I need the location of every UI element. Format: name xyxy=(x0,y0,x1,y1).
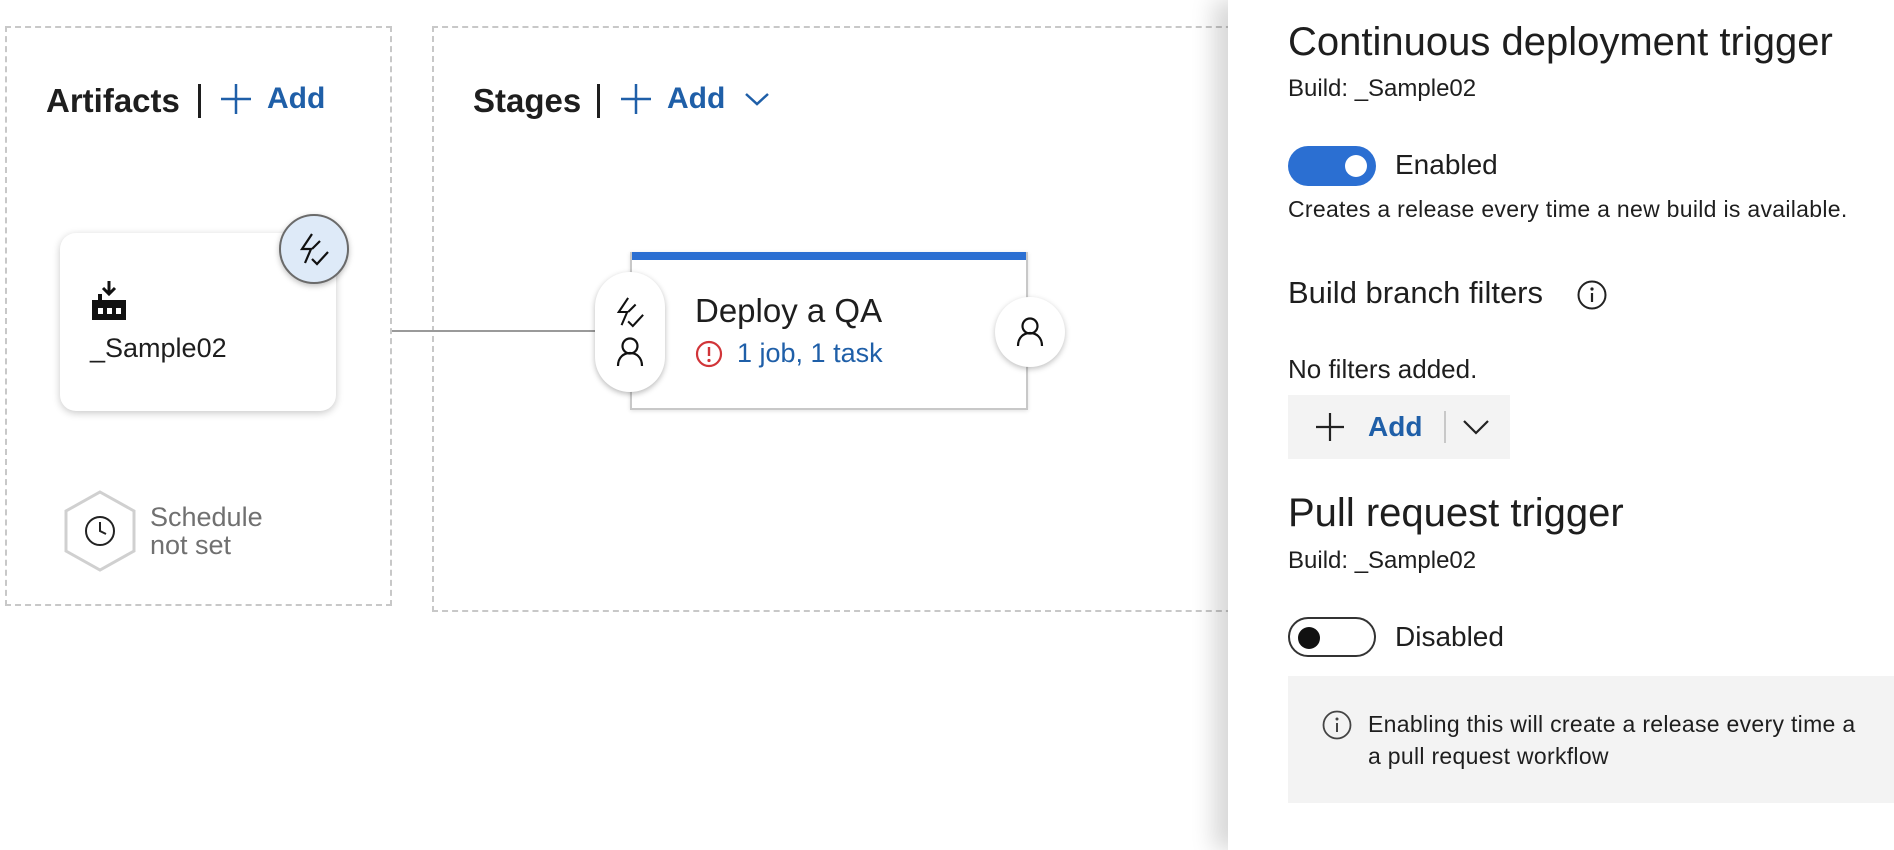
add-branch-filter-dropdown[interactable] xyxy=(1446,395,1506,459)
lightning-check-icon xyxy=(299,233,329,266)
stage-tasks-label: 1 job, 1 task xyxy=(737,338,883,368)
schedule-label-line2: not set xyxy=(150,530,232,560)
warning-circle-icon xyxy=(695,340,723,367)
info-icon xyxy=(1322,710,1352,740)
plus-icon xyxy=(221,84,251,114)
cd-trigger-toggle[interactable] xyxy=(1288,146,1376,186)
toggle-knob xyxy=(1345,155,1367,177)
person-icon xyxy=(616,337,644,367)
chevron-down-icon xyxy=(1463,420,1490,435)
cd-trigger-title: Continuous deployment trigger xyxy=(1288,20,1833,64)
branch-filters-empty-text: No filters added. xyxy=(1288,354,1478,384)
cd-trigger-toggle-label: Enabled xyxy=(1395,149,1498,180)
stages-title: Stages xyxy=(473,82,582,119)
lightning-check-icon xyxy=(616,297,644,328)
post-deployment-conditions-button[interactable] xyxy=(995,297,1065,367)
artifacts-title-separator xyxy=(198,84,201,118)
pr-trigger-toggle[interactable] xyxy=(1288,617,1376,657)
stage-card[interactable]: Deploy a QA 1 job, 1 task xyxy=(630,252,1028,410)
plus-icon xyxy=(1316,413,1344,441)
add-stage-label: Add xyxy=(667,82,726,115)
pre-deployment-conditions-button[interactable] xyxy=(595,272,665,392)
stage-tasks-link[interactable]: 1 job, 1 task xyxy=(695,338,883,369)
chevron-down-icon[interactable] xyxy=(743,91,771,107)
pr-trigger-build: Build: _Sample02 xyxy=(1288,547,1477,574)
clock-icon xyxy=(64,490,136,572)
artifacts-title: Artifacts xyxy=(46,82,180,119)
branch-filters-title: Build branch filters xyxy=(1288,275,1544,310)
artifact-trigger-button[interactable] xyxy=(279,214,349,284)
add-branch-filter-button[interactable]: Add xyxy=(1288,395,1510,459)
stages-title-separator xyxy=(597,84,600,118)
toggle-knob xyxy=(1298,627,1320,649)
pr-trigger-info-banner: Enabling this will create a release ever… xyxy=(1288,676,1894,803)
schedule-trigger[interactable]: Schedule not set xyxy=(60,488,263,574)
add-artifact-button[interactable]: Add xyxy=(219,82,325,116)
add-branch-filter-main[interactable]: Add xyxy=(1288,395,1422,459)
artifact-stage-connector xyxy=(392,330,597,332)
artifact-name: _Sample02 xyxy=(90,333,227,363)
pr-info-line1: Enabling this will create a release ever… xyxy=(1368,711,1856,737)
add-artifact-label: Add xyxy=(267,82,326,115)
build-artifact-icon xyxy=(92,281,126,320)
stage-status-bar xyxy=(632,252,1026,260)
stage-name: Deploy a QA xyxy=(695,292,883,329)
pr-trigger-toggle-label: Disabled xyxy=(1395,621,1504,652)
trigger-settings-panel: Continuous deployment trigger Build: _Sa… xyxy=(1228,0,1894,850)
person-icon xyxy=(1016,317,1044,347)
schedule-label-line1: Schedule xyxy=(150,502,263,532)
plus-icon xyxy=(621,84,651,114)
pr-trigger-title: Pull request trigger xyxy=(1288,491,1624,535)
info-icon[interactable] xyxy=(1576,279,1608,311)
pr-info-line2: a pull request workflow xyxy=(1368,743,1609,769)
cd-trigger-description: Creates a release every time a new build… xyxy=(1288,196,1848,222)
cd-trigger-build: Build: _Sample02 xyxy=(1288,75,1477,102)
add-branch-filter-label: Add xyxy=(1368,411,1423,442)
add-stage-button[interactable]: Add xyxy=(619,82,771,116)
